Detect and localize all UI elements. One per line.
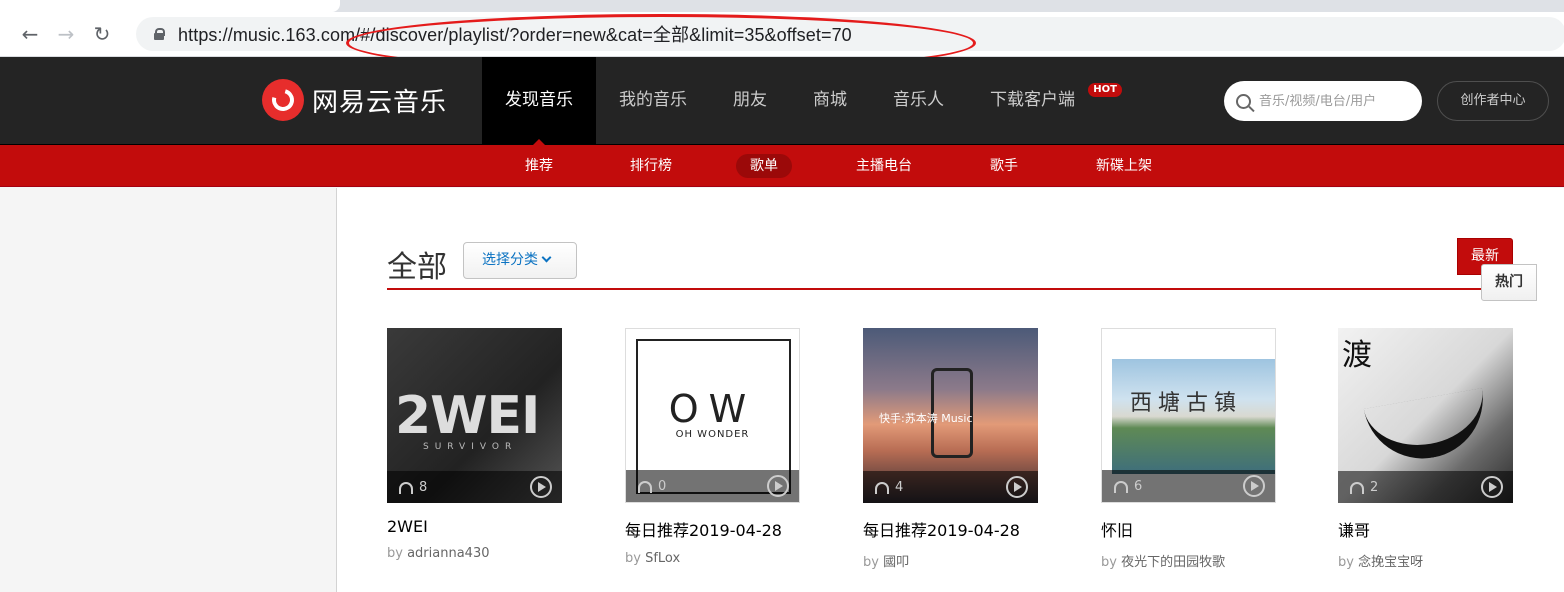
category-title: 全部 [387, 250, 447, 285]
creator-link[interactable]: 夜光下的田园牧歌 [1121, 555, 1225, 570]
play-icon[interactable] [1243, 475, 1265, 497]
search-input[interactable] [1259, 93, 1409, 109]
playlist-creator: by 念挽宝宝呀 [1338, 551, 1513, 570]
playlist-card: 西塘古镇 6 怀旧 by 夜光下的田园牧歌 [1101, 328, 1276, 570]
forward-arrow-icon[interactable]: → [48, 16, 84, 52]
headphones-icon [875, 482, 889, 494]
cover-text: 2WEI [395, 386, 540, 446]
play-icon[interactable] [767, 475, 789, 497]
play-count: 8 [419, 479, 428, 495]
cover-text: 快手:苏本涛 Music [879, 412, 973, 425]
playlist-creator: by 國叩 [863, 551, 1038, 570]
sort-toggle: 热门 最新 [1457, 238, 1537, 301]
play-count-bar: 0 [626, 470, 799, 502]
play-icon[interactable] [1481, 476, 1503, 498]
cover-subtext: OH WONDER [675, 429, 750, 440]
playlist-title[interactable]: 怀旧 [1101, 517, 1276, 541]
cover-artwork [1363, 388, 1493, 468]
nav-musician[interactable]: 音乐人 [870, 57, 967, 145]
nav-friends[interactable]: 朋友 [710, 57, 790, 145]
playlist-creator: by 夜光下的田园牧歌 [1101, 551, 1276, 570]
play-count: 4 [895, 479, 904, 495]
playlist-content: 全部 选择分类 热门 最新 2WEI SURVIVOR 8 2WEI by ad… [336, 188, 1564, 592]
lock-icon [154, 28, 165, 40]
playlist-card: 渡 2 谦哥 by 念挽宝宝呀 [1338, 328, 1513, 570]
subnav-charts[interactable]: 排行榜 [616, 154, 686, 178]
playlist-title[interactable]: 每日推荐2019-04-28 [625, 517, 800, 541]
select-category-label: 选择分类 [482, 252, 538, 268]
nav-store[interactable]: 商城 [790, 57, 870, 145]
select-category-button[interactable]: 选择分类 [463, 242, 577, 279]
subnav-recommend[interactable]: 推荐 [511, 154, 567, 178]
headphones-icon [399, 482, 413, 494]
url-text[interactable]: https://music.163.com/#/discover/playlis… [178, 21, 852, 47]
creator-link[interactable]: SfLox [645, 551, 680, 566]
playlist-cover[interactable]: 2WEI SURVIVOR 8 [387, 328, 562, 503]
reload-icon[interactable]: ↻ [84, 16, 120, 52]
headphones-icon [1114, 481, 1128, 493]
browser-toolbar: ← → ↻ https://music.163.com/#/discover/p… [0, 12, 1564, 72]
nav-download-label: 下载客户端 [990, 90, 1075, 110]
by-label: by [1338, 555, 1354, 570]
nav-my-music[interactable]: 我的音乐 [596, 57, 710, 145]
sort-hot-button[interactable]: 热门 [1481, 264, 1537, 301]
by-label: by [863, 555, 879, 570]
playlist-creator: by adrianna430 [387, 546, 562, 561]
playlist-header: 全部 选择分类 热门 最新 [387, 238, 1537, 301]
subnav-artists[interactable]: 歌手 [976, 154, 1032, 178]
hot-badge: HOT [1088, 83, 1122, 97]
cover-text: 西塘古镇 [1130, 391, 1243, 416]
play-count: 0 [658, 478, 667, 494]
cover-text: 渡 [1342, 338, 1372, 373]
playlist-cover[interactable]: 快手:苏本涛 Music 4 [863, 328, 1038, 503]
headphones-icon [638, 481, 652, 493]
creator-center-button[interactable]: 创作者中心 [1437, 81, 1549, 121]
subnav-radio[interactable]: 主播电台 [842, 154, 926, 178]
by-label: by [625, 551, 641, 566]
nav-download[interactable]: 下载客户端 HOT [967, 57, 1122, 145]
cover-subtext: SURVIVOR [423, 442, 518, 452]
creator-link[interactable]: 國叩 [883, 555, 909, 570]
browser-tabstrip [0, 0, 1564, 12]
playlist-card: 快手:苏本涛 Music 4 每日推荐2019-04-28 by 國叩 [863, 328, 1038, 570]
nav-discover[interactable]: 发现音乐 [482, 57, 596, 145]
playlist-title[interactable]: 2WEI [387, 517, 562, 536]
main-nav: 发现音乐 我的音乐 朋友 商城 音乐人 下载客户端 HOT [482, 57, 1122, 145]
playlist-card: OW OH WONDER 0 每日推荐2019-04-28 by SfLox [625, 328, 800, 566]
netease-logo-icon [262, 79, 304, 121]
headphones-icon [1350, 482, 1364, 494]
back-arrow-icon[interactable]: ← [12, 16, 48, 52]
play-count-bar: 4 [863, 471, 1038, 503]
playlist-creator: by SfLox [625, 551, 800, 566]
logo-text: 网易云音乐 [312, 87, 448, 118]
play-icon[interactable] [1006, 476, 1028, 498]
playlist-title[interactable]: 每日推荐2019-04-28 [863, 517, 1038, 541]
playlist-title[interactable]: 谦哥 [1338, 517, 1513, 541]
play-count: 2 [1370, 479, 1379, 495]
playlist-cover[interactable]: 西塘古镇 6 [1101, 328, 1276, 503]
site-header: 网易云音乐 发现音乐 我的音乐 朋友 商城 音乐人 下载客户端 HOT 创作者中心 [0, 57, 1564, 145]
playlist-card: 2WEI SURVIVOR 8 2WEI by adrianna430 [387, 328, 562, 561]
cover-text: OW [668, 387, 757, 431]
play-count-bar: 2 [1338, 471, 1513, 503]
play-count: 6 [1134, 478, 1143, 494]
by-label: by [1101, 555, 1117, 570]
sub-nav: 推荐 排行榜 歌单 主播电台 歌手 新碟上架 [0, 145, 1564, 187]
play-count-bar: 8 [387, 471, 562, 503]
search-box[interactable] [1224, 81, 1422, 121]
search-icon [1236, 93, 1251, 109]
creator-link[interactable]: adrianna430 [407, 546, 489, 561]
subnav-new-albums[interactable]: 新碟上架 [1082, 154, 1166, 178]
site-logo[interactable]: 网易云音乐 [262, 79, 447, 121]
creator-link[interactable]: 念挽宝宝呀 [1358, 555, 1423, 570]
playlist-cover[interactable]: OW OH WONDER 0 [625, 328, 800, 503]
play-count-bar: 6 [1102, 470, 1275, 502]
by-label: by [387, 546, 403, 561]
address-bar[interactable]: https://music.163.com/#/discover/playlis… [136, 17, 1564, 51]
play-icon[interactable] [530, 476, 552, 498]
subnav-playlists[interactable]: 歌单 [736, 154, 792, 178]
playlist-cover[interactable]: 渡 2 [1338, 328, 1513, 503]
browser-tab[interactable] [0, 0, 340, 12]
chevron-down-icon [541, 252, 552, 263]
